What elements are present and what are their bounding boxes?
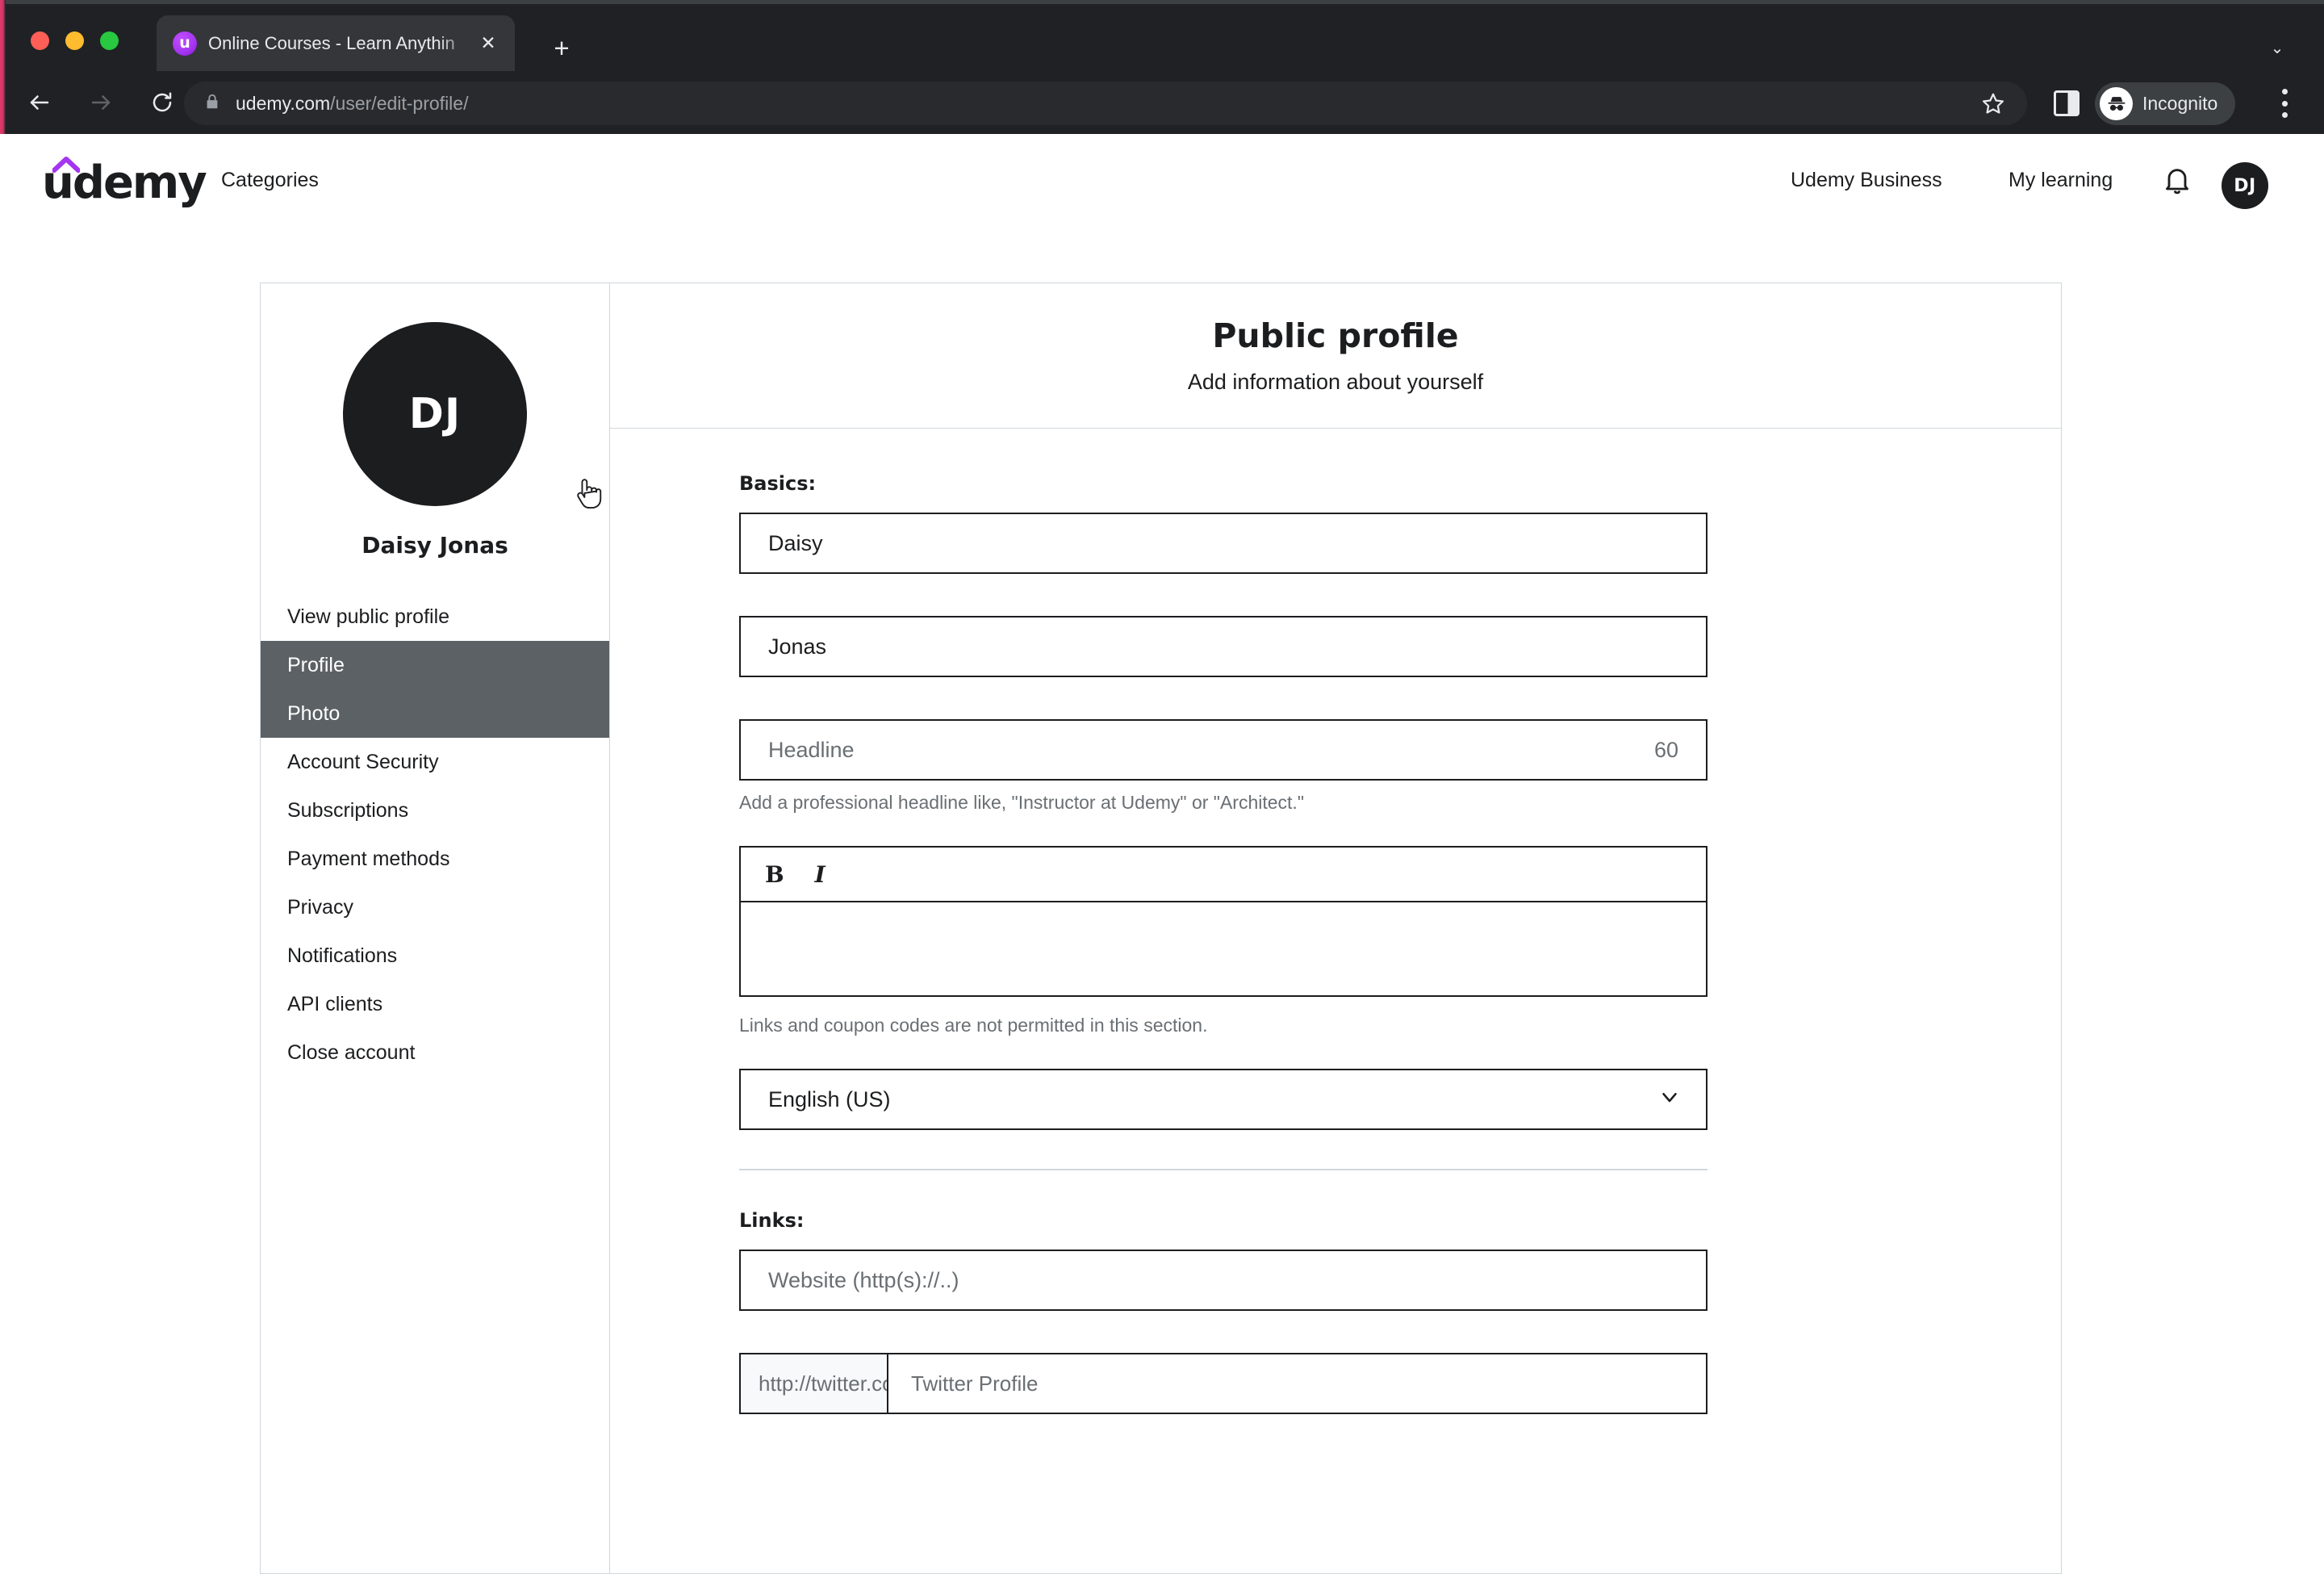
website-field[interactable]: Website (http(s)://..) [739,1250,1707,1311]
udemy-favicon-icon: u [173,31,197,56]
sidebar-user-name: Daisy Jonas [362,532,508,559]
minimize-window-button[interactable] [65,31,84,50]
basics-section-label: Basics: [739,472,817,495]
browser-chrome: u Online Courses - Learn Anythin ✕ + ⌄ u… [0,0,2324,134]
browser-toolbar: udemy.com/user/edit-profile/ Incognito [0,71,2324,134]
chrome-menu-icon[interactable] [2280,89,2288,118]
lock-icon [203,93,221,114]
close-window-button[interactable] [31,31,49,50]
biography-editor-toolbar: B I [741,848,1706,902]
profile-main: Public profile Add information about you… [610,283,2061,1573]
nav-my-learning[interactable]: My learning [2008,169,2113,192]
sidebar-item-api-clients[interactable]: API clients [261,980,609,1028]
last-name-value: Jonas [768,634,827,659]
italic-button[interactable]: I [815,861,826,888]
url-path: /user/edit-profile/ [330,92,469,114]
sidebar-item-privacy[interactable]: Privacy [261,883,609,931]
language-select[interactable]: English (US) [739,1069,1707,1130]
bold-button[interactable]: B [765,861,784,888]
sidebar-item-view-public-profile[interactable]: View public profile [261,592,609,641]
close-tab-icon[interactable]: ✕ [474,30,502,57]
sidebar-item-photo[interactable]: Photo [261,689,609,738]
last-name-field[interactable]: Jonas [739,616,1707,677]
first-name-field[interactable]: Daisy [739,513,1707,574]
twitter-field[interactable]: http://twitter.com/ Twitter Profile [739,1353,1707,1414]
biography-editor[interactable]: B I [739,846,1707,997]
browser-tab[interactable]: u Online Courses - Learn Anythin ✕ [157,15,515,71]
main-header: Public profile Add information about you… [610,283,2061,429]
tab-title: Online Courses - Learn Anythin [208,32,455,53]
twitter-url-prefix: http://twitter.com/ [741,1354,888,1413]
header-avatar[interactable]: DJ [2222,162,2268,209]
address-bar[interactable]: udemy.com/user/edit-profile/ [184,82,2027,125]
nav-udemy-business[interactable]: Udemy Business [1791,169,1942,192]
page-title: Public profile [1212,316,1459,355]
profile-form: Basics: Daisy Jonas Headline 60 Add a pr… [610,429,2061,1414]
window-traffic-lights [31,31,119,50]
biography-helper-text: Links and coupon codes are not permitted… [739,1015,1208,1036]
links-section-label: Links: [739,1209,805,1232]
sidebar-item-account-security[interactable]: Account Security [261,738,609,786]
website-placeholder: Website (http(s)://..) [768,1267,959,1292]
back-button[interactable] [18,81,61,124]
profile-card: DJ Daisy Jonas View public profile Profi… [260,283,2062,1574]
incognito-label: Incognito [2142,93,2218,114]
language-selected-value: English (US) [768,1086,891,1111]
site-header: udemy Categories Search for anything Ude… [0,134,2324,343]
mouse-cursor-pointer-icon [577,479,602,509]
sidebar-nav: View public profile Profile Photo Accoun… [261,592,609,1077]
headline-field[interactable]: Headline 60 [739,719,1707,781]
forward-button[interactable] [79,81,123,124]
sidebar-item-payment-methods[interactable]: Payment methods [261,835,609,883]
nav-categories[interactable]: Categories [221,169,319,192]
sidebar-avatar[interactable]: DJ [343,322,527,506]
logo-chevron-icon [52,157,80,173]
headline-helper-text: Add a professional headline like, "Instr… [739,792,1304,813]
profile-sidebar: DJ Daisy Jonas View public profile Profi… [261,283,610,1573]
new-tab-button[interactable]: + [542,28,581,67]
notifications-bell-icon[interactable] [2161,165,2193,200]
tab-strip: u Online Courses - Learn Anythin ✕ + ⌄ [0,4,2324,71]
twitter-placeholder: Twitter Profile [911,1371,1039,1396]
sidebar-item-close-account[interactable]: Close account [261,1028,609,1077]
side-panel-icon[interactable] [2054,90,2079,116]
chevron-down-icon [1657,1085,1682,1115]
headline-placeholder: Headline [768,737,855,762]
favicon-letter: u [179,34,190,52]
headline-character-counter: 60 [1653,737,1678,762]
sidebar-item-subscriptions[interactable]: Subscriptions [261,786,609,835]
url-host: udemy.com [236,92,331,114]
udemy-logo[interactable]: udemy [42,157,207,208]
incognito-profile-button[interactable]: Incognito [2095,82,2236,125]
first-name-value: Daisy [768,530,823,555]
tab-search-chevron-down-icon[interactable]: ⌄ [2258,28,2297,67]
page-subtitle: Add information about yourself [1187,370,1484,394]
address-bar-url: udemy.com/user/edit-profile/ [236,93,468,115]
bookmark-star-icon[interactable] [1975,86,2011,121]
sidebar-item-profile[interactable]: Profile [261,641,609,689]
section-divider [739,1169,1707,1170]
address-bar-actions [1975,82,2011,125]
maximize-window-button[interactable] [100,31,119,50]
incognito-icon [2100,87,2133,120]
reload-button[interactable] [140,81,184,124]
sidebar-item-notifications[interactable]: Notifications [261,931,609,980]
biography-textarea[interactable] [741,902,1706,995]
